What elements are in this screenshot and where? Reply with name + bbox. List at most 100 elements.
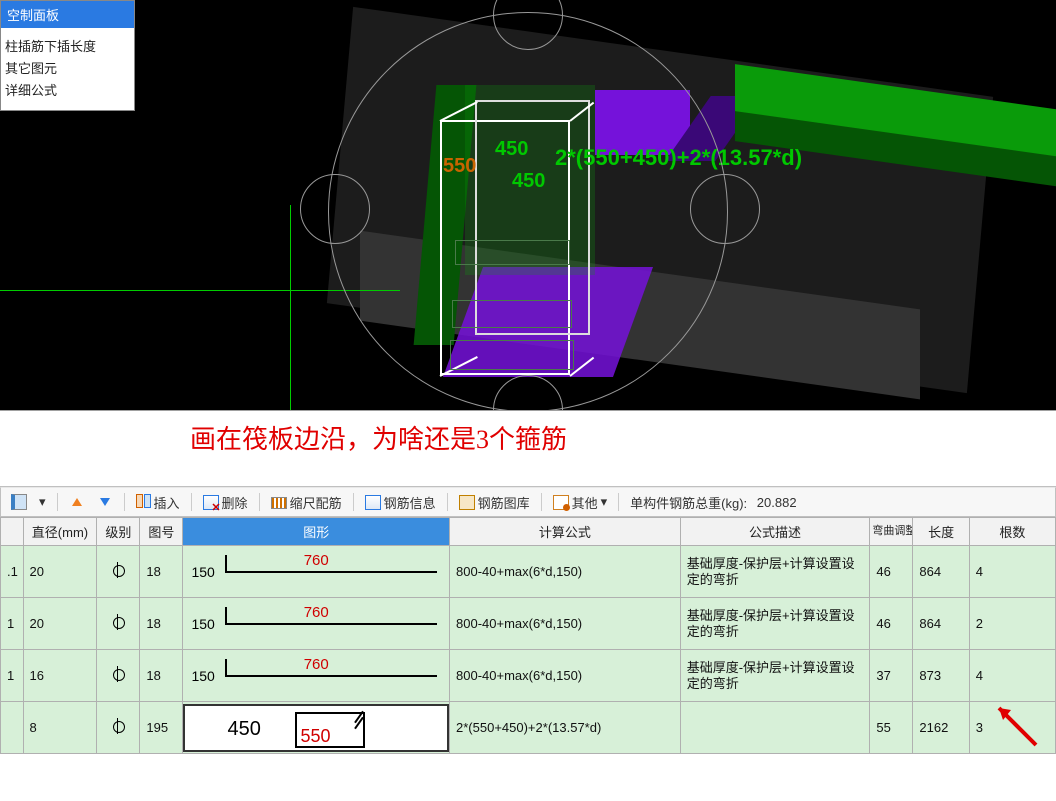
level-icon <box>111 719 125 733</box>
cell-level[interactable] <box>97 702 140 754</box>
cell-desc[interactable]: 基础厚度-保护层+计算设置设定的弯折 <box>680 546 870 598</box>
viewport-3d[interactable]: 450 450 550 2*(550+450)+2*(13.57*d) 空制面板… <box>0 0 1056 411</box>
level-icon <box>111 563 125 577</box>
cell-length[interactable]: 864 <box>913 598 969 650</box>
dim-450-mid: 450 <box>512 170 545 193</box>
cell-bend[interactable]: 37 <box>870 650 913 702</box>
scale-button[interactable]: 缩尺配筋 <box>267 491 346 514</box>
cell-count[interactable]: 4 <box>969 546 1055 598</box>
cell-desc[interactable]: 基础厚度-保护层+计算设置设定的弯折 <box>680 650 870 702</box>
col-formula[interactable]: 计算公式 <box>450 518 681 546</box>
col-diameter[interactable]: 直径(mm) <box>23 518 97 546</box>
cell-formula[interactable]: 800-40+max(6*d,150) <box>450 546 681 598</box>
cell-shape[interactable]: 150760 <box>183 650 450 702</box>
stirrup-ring-2 <box>452 300 572 328</box>
col-count[interactable]: 根数 <box>969 518 1055 546</box>
table-row[interactable]: 8 1954505502*(550+450)+2*(13.57*d) 5521623 <box>1 702 1056 754</box>
table-row[interactable]: 120 18150760800-40+max(6*d,150)基础厚度-保护层+计… <box>1 598 1056 650</box>
total-weight-label: 单构件钢筋总重(kg): 20.882 <box>626 491 800 514</box>
cell-length[interactable]: 873 <box>913 650 969 702</box>
insert-button[interactable]: 插入 <box>132 491 184 514</box>
cell-formula[interactable]: 800-40+max(6*d,150) <box>450 650 681 702</box>
rebar-table: 直径(mm) 级别 图号 图形 计算公式 公式描述 弯曲调整 长度 根数 .12… <box>0 517 1056 754</box>
control-panel: 空制面板 柱插筋下插长度 其它图元 详细公式 <box>0 0 135 111</box>
stirrup-ring-3 <box>450 340 574 370</box>
cell-shape-num[interactable]: 18 <box>140 598 183 650</box>
annotation-text: 画在筏板边沿，为啥还是3个箍筋 <box>190 419 567 456</box>
dropdown-arrow[interactable]: ▾ <box>35 492 50 512</box>
level-icon <box>111 667 125 681</box>
cell-shape[interactable]: 450550 <box>183 702 450 754</box>
panel-item-4[interactable]: 详细公式 <box>5 80 130 102</box>
panel-item-2[interactable]: 柱插筋下插长度 <box>5 36 130 58</box>
table-header-row: 直径(mm) 级别 图号 图形 计算公式 公式描述 弯曲调整 长度 根数 <box>1 518 1056 546</box>
cell-bend[interactable]: 55 <box>870 702 913 754</box>
info-button[interactable]: 钢筋信息 <box>361 491 440 514</box>
cell-formula[interactable]: 2*(550+450)+2*(13.57*d) <box>450 702 681 754</box>
cell-desc[interactable]: 基础厚度-保护层+计算设置设定的弯折 <box>680 598 870 650</box>
total-weight-value: 20.882 <box>757 495 797 510</box>
cell-idx[interactable] <box>1 702 24 754</box>
table-row[interactable]: 116 18150760800-40+max(6*d,150)基础厚度-保护层+计… <box>1 650 1056 702</box>
col-length[interactable]: 长度 <box>913 518 969 546</box>
cell-shape-num[interactable]: 18 <box>140 650 183 702</box>
arcball-handle-right[interactable] <box>690 174 760 244</box>
bar-shape-icon <box>225 623 437 625</box>
col-shape-num[interactable]: 图号 <box>140 518 183 546</box>
cell-count[interactable]: 2 <box>969 598 1055 650</box>
cell-level[interactable] <box>97 546 140 598</box>
cell-diameter[interactable]: 20 <box>23 546 97 598</box>
nav-left-button[interactable] <box>7 492 31 512</box>
cell-idx[interactable]: .1 <box>1 546 24 598</box>
cell-shape[interactable]: 150760 <box>183 598 450 650</box>
cell-shape[interactable]: 150760 <box>183 546 450 598</box>
cell-count[interactable]: 4 <box>969 650 1055 702</box>
cell-diameter[interactable]: 16 <box>23 650 97 702</box>
move-up-button[interactable] <box>65 492 89 512</box>
cell-idx[interactable]: 1 <box>1 650 24 702</box>
panel-item-3[interactable]: 其它图元 <box>5 58 130 80</box>
axis-x <box>0 290 400 291</box>
shape-cell[interactable]: 150760 <box>185 654 447 698</box>
cell-bend[interactable]: 46 <box>870 598 913 650</box>
cell-level[interactable] <box>97 598 140 650</box>
cell-bend[interactable]: 46 <box>870 546 913 598</box>
level-icon <box>111 615 125 629</box>
library-button[interactable]: 钢筋图库 <box>455 491 534 514</box>
cell-formula[interactable]: 800-40+max(6*d,150) <box>450 598 681 650</box>
arcball-handle-left[interactable] <box>300 174 370 244</box>
cell-shape-num[interactable]: 195 <box>140 702 183 754</box>
shape-cell[interactable]: 150760 <box>185 550 447 594</box>
dim-550-left: 550 <box>443 155 476 178</box>
control-panel-title: 空制面板 <box>1 1 134 28</box>
col-level[interactable]: 级别 <box>97 518 140 546</box>
bar-shape-icon <box>225 675 437 677</box>
axis-y <box>290 205 291 411</box>
col-blank[interactable] <box>1 518 24 546</box>
cell-diameter[interactable]: 20 <box>23 598 97 650</box>
bar-shape-icon <box>225 571 437 573</box>
cell-level[interactable] <box>97 650 140 702</box>
col-shape[interactable]: 图形 <box>183 518 450 546</box>
gap-area: 画在筏板边沿，为啥还是3个箍筋 <box>0 411 1056 487</box>
cell-length[interactable]: 2162 <box>913 702 969 754</box>
move-down-button[interactable] <box>93 492 117 512</box>
cell-idx[interactable]: 1 <box>1 598 24 650</box>
cell-shape-num[interactable]: 18 <box>140 546 183 598</box>
arcball-handle-bottom[interactable] <box>493 375 563 411</box>
shape-cell-selected[interactable]: 450550 <box>185 706 447 750</box>
other-button[interactable]: 其他 ▾ <box>549 491 612 514</box>
table-row[interactable]: .120 18150760800-40+max(6*d,150)基础厚度-保护层+… <box>1 546 1056 598</box>
shape-cell[interactable]: 150760 <box>185 602 447 646</box>
cell-diameter[interactable]: 8 <box>23 702 97 754</box>
dim-formula: 2*(550+450)+2*(13.57*d) <box>555 145 802 171</box>
stirrup-ring-1 <box>455 240 570 265</box>
col-bend[interactable]: 弯曲调整 <box>870 518 913 546</box>
rebar-toolbar: ▾ 插入 ✕ 删除 缩尺配筋 钢筋信息 钢筋图库 其他 ▾ 单构件钢筋总重(kg… <box>0 487 1056 517</box>
cell-count[interactable]: 3 <box>969 702 1055 754</box>
dim-450-top: 450 <box>495 138 528 161</box>
delete-button[interactable]: ✕ 删除 <box>199 491 252 514</box>
cell-length[interactable]: 864 <box>913 546 969 598</box>
col-desc[interactable]: 公式描述 <box>680 518 870 546</box>
cell-desc[interactable] <box>680 702 870 754</box>
